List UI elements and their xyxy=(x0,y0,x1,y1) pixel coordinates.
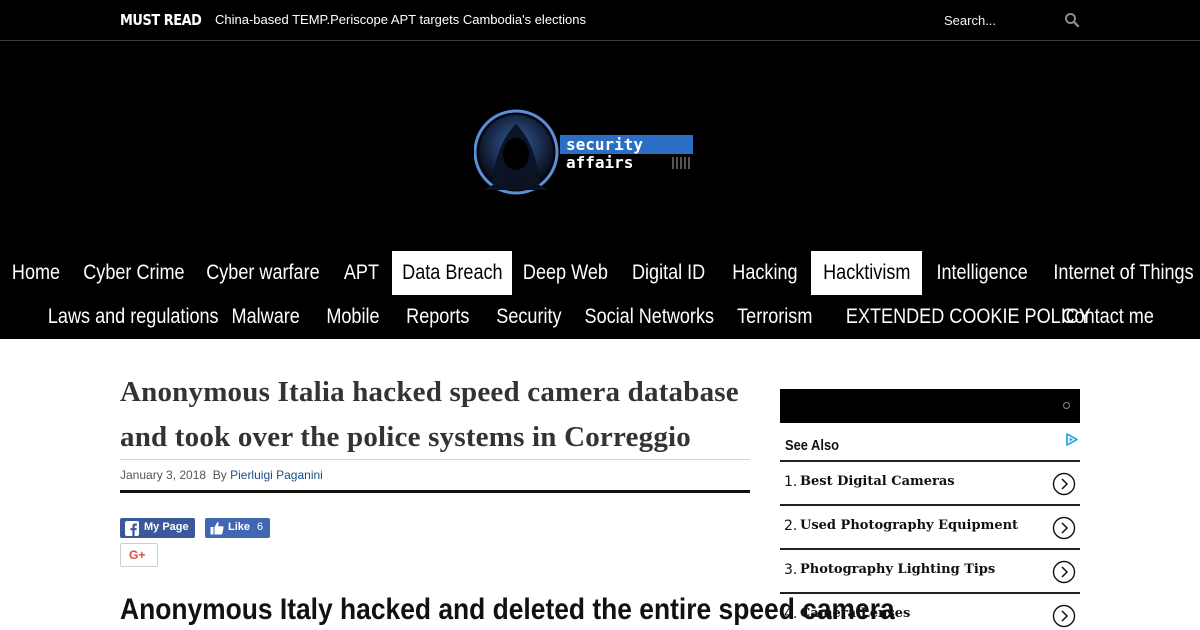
google-plus-icon: G+ xyxy=(129,548,146,562)
search-icon[interactable] xyxy=(1064,12,1080,28)
nav-item-cyber-warfare[interactable]: Cyber warfare xyxy=(196,251,330,295)
nav-item-reports[interactable]: Reports xyxy=(392,295,484,339)
see-also-item-label: Used Photography Equipment xyxy=(800,518,1019,533)
article-title: Anonymous Italia hacked speed camera dat… xyxy=(120,376,739,453)
must-read-label: MUST READ xyxy=(120,11,202,29)
google-plus-button[interactable]: G+ xyxy=(120,543,158,567)
main-nav: Home Cyber Crime Cyber warfare APT Data … xyxy=(0,251,1200,339)
see-also-item-number: 4. xyxy=(784,606,798,622)
chevron-right-circle-icon xyxy=(1052,472,1076,496)
facebook-page-button[interactable]: My Page xyxy=(120,518,195,538)
nav-item-social-networks[interactable]: Social Networks xyxy=(574,295,724,339)
nav-item-intelligence[interactable]: Intelligence xyxy=(922,251,1042,295)
like-count: 6 xyxy=(257,521,264,533)
ad-indicator-dot xyxy=(1063,402,1070,409)
ad-choices-icon[interactable] xyxy=(1065,433,1078,446)
logo-text-affairs: affairs xyxy=(566,153,633,172)
nav-item-mobile[interactable]: Mobile xyxy=(314,295,392,339)
nav-item-data-breach[interactable]: Data Breach xyxy=(392,251,512,295)
nav-item-laws-and-regulations[interactable]: Laws and regulations xyxy=(34,295,219,339)
must-read-headline-link[interactable]: China-based TEMP.Periscope APT targets C… xyxy=(215,12,586,27)
nav-item-apt[interactable]: APT xyxy=(330,251,392,295)
nav-item-terrorism[interactable]: Terrorism xyxy=(724,295,826,339)
see-also-item-label: Camera Lenses xyxy=(800,606,911,621)
facebook-like-button[interactable]: Like 6 xyxy=(205,518,270,538)
nav-item-contact-me[interactable]: Contact me xyxy=(1050,295,1166,339)
see-also-item-best-digital-cameras[interactable]: 1. Best Digital Cameras xyxy=(780,460,1080,504)
nav-item-extended-cookie-policy[interactable]: EXTENDED COOKIE POLICY xyxy=(826,295,1091,339)
nav-item-hacking[interactable]: Hacking xyxy=(720,251,810,295)
see-also-item-number: 3. xyxy=(784,562,798,578)
logo-text-security: security xyxy=(566,135,643,154)
article-meta: January 3, 2018 By Pierluigi Paganini xyxy=(120,468,323,482)
nav-item-malware[interactable]: Malware xyxy=(218,295,314,339)
facebook-page-label: My Page xyxy=(144,521,189,533)
see-also-heading: See Also xyxy=(785,437,840,454)
meta-divider xyxy=(120,490,750,493)
chevron-right-circle-icon xyxy=(1052,516,1076,540)
nav-item-cyber-crime[interactable]: Cyber Crime xyxy=(72,251,196,295)
see-also-item-number: 1. xyxy=(784,474,798,490)
see-also-item-photography-lighting-tips[interactable]: 3. Photography Lighting Tips xyxy=(780,548,1080,592)
thumbs-up-icon xyxy=(210,521,224,535)
security-affairs-logo[interactable]: security affairs xyxy=(474,108,696,196)
facebook-icon xyxy=(125,521,139,536)
nav-item-hacktivism[interactable]: Hacktivism xyxy=(811,251,922,295)
nav-item-internet-of-things[interactable]: Internet of Things xyxy=(1042,251,1200,295)
site-header: security affairs xyxy=(0,41,1200,251)
title-divider xyxy=(120,459,750,460)
author-link[interactable]: Pierluigi Paganini xyxy=(230,468,323,482)
by-label: By xyxy=(212,468,227,482)
chevron-right-circle-icon xyxy=(1052,560,1076,584)
chevron-right-circle-icon xyxy=(1052,604,1076,628)
see-also-item-camera-lenses[interactable]: 4. Camera Lenses xyxy=(780,592,1080,630)
nav-item-home[interactable]: Home xyxy=(0,251,72,295)
article-subheading: Anonymous Italy hacked and deleted the e… xyxy=(120,593,895,626)
like-label: Like xyxy=(228,521,251,533)
search-box xyxy=(944,8,1080,32)
nav-item-digital-id[interactable]: Digital ID xyxy=(618,251,720,295)
nav-item-deep-web[interactable]: Deep Web xyxy=(512,251,618,295)
top-bar: MUST READ China-based TEMP.Periscope APT… xyxy=(0,0,1200,41)
search-input[interactable] xyxy=(944,8,1056,32)
see-also-item-used-photography-equipment[interactable]: 2. Used Photography Equipment xyxy=(780,504,1080,548)
see-also-item-number: 2. xyxy=(784,518,798,534)
nav-item-security[interactable]: Security xyxy=(484,295,574,339)
article-date[interactable]: January 3, 2018 xyxy=(120,468,206,482)
see-also-item-label: Photography Lighting Tips xyxy=(800,562,996,577)
ad-banner[interactable] xyxy=(780,389,1080,423)
see-also-item-label: Best Digital Cameras xyxy=(800,474,955,489)
